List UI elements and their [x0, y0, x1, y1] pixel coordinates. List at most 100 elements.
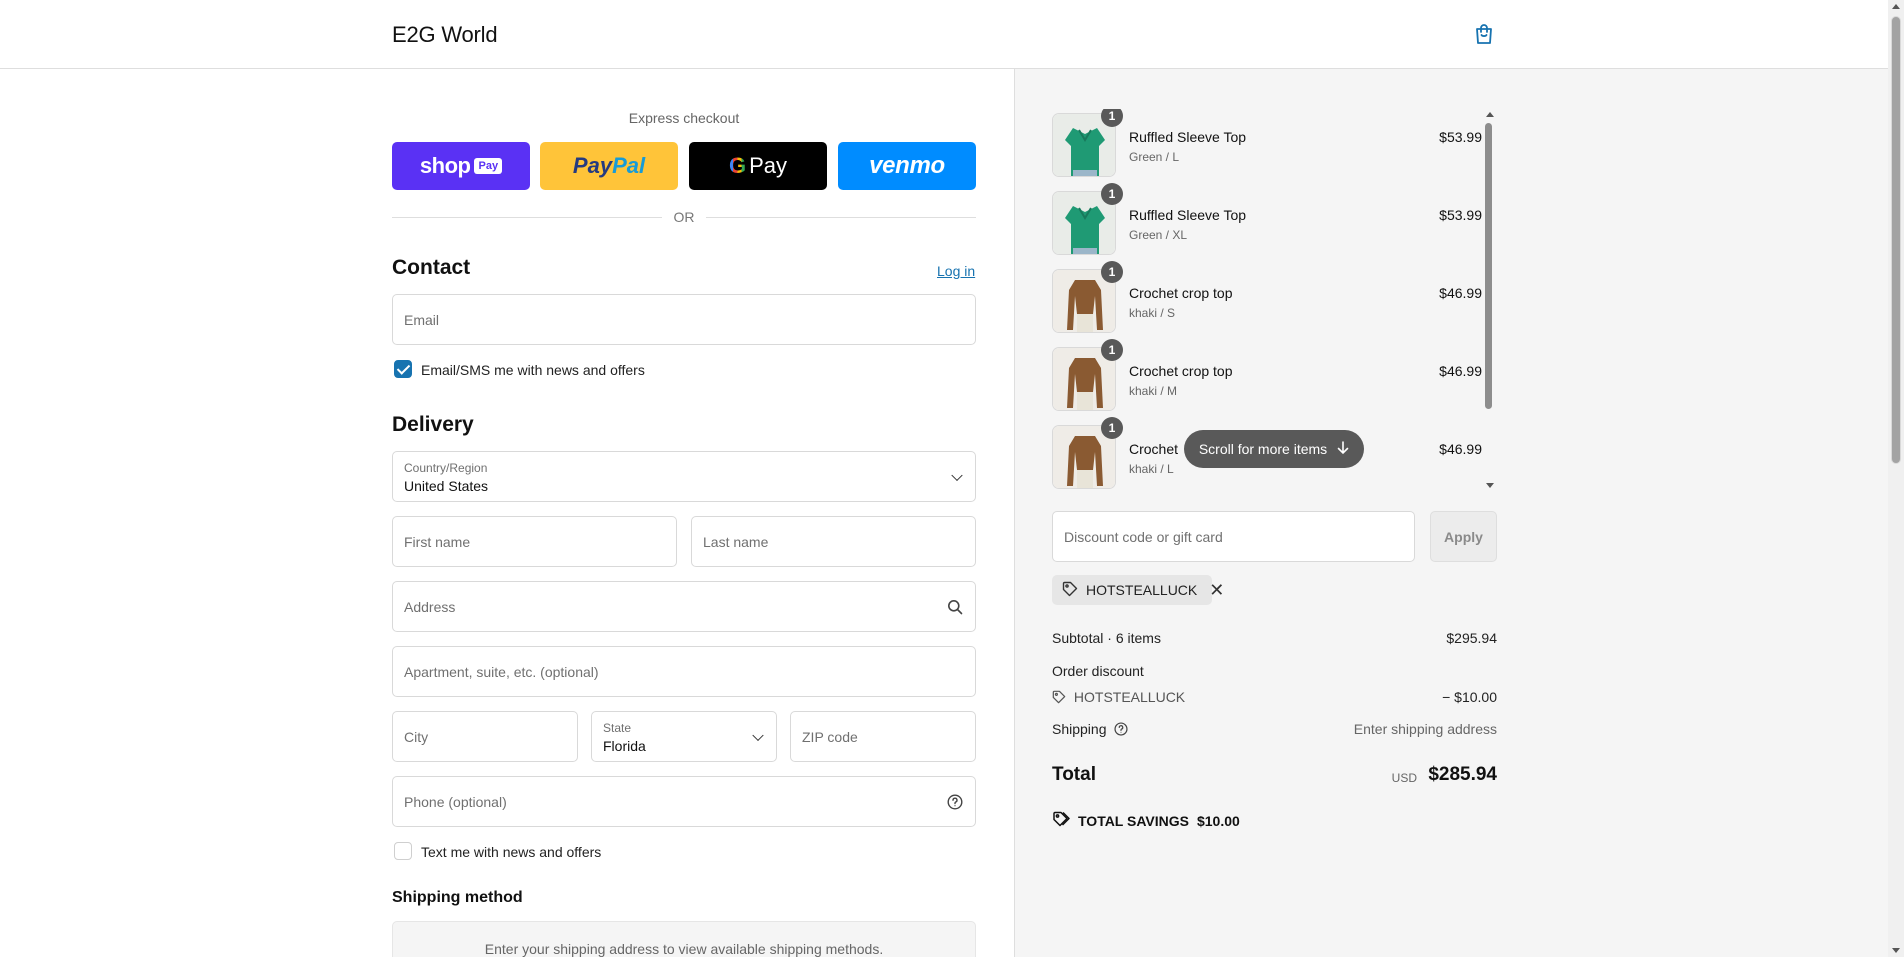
- apartment-placeholder: Apartment, suite, etc. (optional): [404, 663, 599, 680]
- contact-heading: Contact: [392, 256, 471, 279]
- scroll-for-more-button[interactable]: Scroll for more items: [1184, 430, 1364, 468]
- quantity-badge: 1: [1101, 183, 1123, 205]
- text-news-label: Text me with news and offers: [421, 844, 602, 860]
- cart-item: 1 Crochet crop top khaki / S $46.99: [1052, 261, 1482, 333]
- total-savings: TOTAL SAVINGS $10.00: [1052, 811, 1240, 830]
- store-logo[interactable]: E2G World: [392, 22, 498, 48]
- total-savings-amount: $10.00: [1196, 812, 1240, 829]
- scroll-down-arrow-icon[interactable]: [1892, 948, 1900, 953]
- email-news-checkbox[interactable]: [394, 360, 412, 378]
- help-circle-icon[interactable]: [1114, 722, 1128, 739]
- item-variant: khaki / M: [1129, 384, 1178, 398]
- item-price: $46.99: [1439, 285, 1482, 301]
- text-news-checkbox[interactable]: [394, 842, 412, 860]
- item-name: Crochet crop top: [1129, 363, 1233, 379]
- phone-placeholder: Phone (optional): [404, 793, 507, 810]
- shop-pay-button[interactable]: shop Pay: [392, 142, 530, 190]
- subtotal-label: Subtotal · 6 items: [1052, 630, 1161, 646]
- discount-amount: − $10.00: [1442, 689, 1497, 705]
- cart-item: 1 Ruffled Sleeve Top Green / L $53.99: [1052, 109, 1482, 177]
- email-field[interactable]: Email: [392, 294, 976, 345]
- order-discount-row: Order discount: [1052, 663, 1497, 679]
- help-circle-icon[interactable]: [947, 793, 963, 810]
- or-divider: OR: [392, 208, 976, 226]
- order-discount-label: Order discount: [1052, 663, 1144, 679]
- total-value: $285.94: [1428, 764, 1497, 785]
- cart-item: 1 Ruffled Sleeve Top Green / XL $53.99: [1052, 183, 1482, 255]
- delivery-heading: Delivery: [392, 413, 474, 436]
- shop-pay-wordmark: shop: [419, 153, 471, 178]
- page-scroll-thumb[interactable]: [1891, 16, 1901, 464]
- country-select[interactable]: Country/Region United States: [392, 451, 976, 502]
- item-name: Ruffled Sleeve Top: [1129, 207, 1247, 223]
- item-price: $46.99: [1439, 363, 1482, 379]
- google-g-icon: G: [728, 153, 747, 178]
- venmo-button[interactable]: venmo: [838, 142, 976, 190]
- item-name: Crochet crop top: [1129, 285, 1233, 301]
- item-variant: khaki / S: [1129, 306, 1176, 320]
- scroll-thumb[interactable]: [1485, 123, 1492, 409]
- google-pay-label: Pay: [749, 153, 788, 178]
- google-pay-button[interactable]: G Pay: [689, 142, 827, 190]
- shipping-value: Enter shipping address: [1353, 721, 1497, 737]
- applied-discount-chip: HOTSTEALLUCK ✕: [1052, 575, 1224, 605]
- email-news-label: Email/SMS me with news and offers: [421, 362, 645, 378]
- zip-placeholder: ZIP code: [802, 728, 858, 745]
- address-field[interactable]: Address: [392, 581, 976, 632]
- quantity-badge: 1: [1101, 261, 1123, 283]
- or-text: OR: [673, 209, 695, 225]
- city-field[interactable]: City: [392, 711, 578, 762]
- city-placeholder: City: [404, 728, 429, 745]
- item-price: $46.99: [1439, 441, 1482, 457]
- discount-code-input[interactable]: Discount code or gift card: [1052, 511, 1415, 562]
- shipping-row: Shipping Enter shipping address: [1052, 721, 1497, 739]
- shopping-bag-icon[interactable]: [1472, 22, 1496, 46]
- discount-code-row: HOTSTEALLUCK − $10.00: [1052, 689, 1497, 707]
- log-in-link[interactable]: Log in: [937, 263, 975, 279]
- item-variant: khaki / L: [1129, 462, 1174, 476]
- cart-item: 1 Crochet crop top khaki / M $46.99: [1052, 339, 1482, 411]
- subtotal-row: Subtotal · 6 items $295.94: [1052, 630, 1497, 646]
- tag-icon: [1052, 690, 1066, 707]
- cart-items-scrollbar[interactable]: [1483, 109, 1495, 489]
- quantity-badge: 1: [1101, 339, 1123, 361]
- item-price: $53.99: [1439, 129, 1482, 145]
- item-price: $53.99: [1439, 207, 1482, 223]
- page-scrollbar[interactable]: [1888, 0, 1904, 957]
- venmo-wordmark: venmo: [869, 152, 945, 179]
- apartment-field[interactable]: Apartment, suite, etc. (optional): [392, 646, 976, 697]
- zip-field[interactable]: ZIP code: [790, 711, 976, 762]
- express-checkout-title: Express checkout: [628, 110, 740, 126]
- discount-code-summary: HOTSTEALLUCK: [1073, 689, 1186, 705]
- last-name-placeholder: Last name: [703, 533, 769, 550]
- apply-discount-button[interactable]: Apply: [1430, 511, 1497, 562]
- state-select[interactable]: State Florida: [591, 711, 777, 762]
- shipping-method-box: Enter your shipping address to view avai…: [392, 921, 976, 957]
- remove-discount-icon[interactable]: ✕: [1209, 580, 1224, 601]
- item-name: Ruffled Sleeve Top: [1129, 129, 1247, 145]
- item-name: Crochet: [1129, 441, 1179, 457]
- subtotal-value: $295.94: [1446, 630, 1497, 646]
- chevron-down-icon: [951, 469, 963, 481]
- first-name-placeholder: First name: [404, 533, 471, 550]
- header: E2G World: [0, 0, 1888, 69]
- discount-placeholder: Discount code or gift card: [1064, 528, 1223, 545]
- paypal-button[interactable]: Pay Pal: [540, 142, 678, 190]
- last-name-field[interactable]: Last name: [691, 516, 976, 567]
- item-variant: Green / XL: [1129, 228, 1188, 242]
- first-name-field[interactable]: First name: [392, 516, 677, 567]
- scroll-up-arrow-icon[interactable]: [1486, 112, 1494, 117]
- country-label: Country/Region: [404, 461, 488, 475]
- currency-code: USD: [1391, 771, 1417, 785]
- phone-field[interactable]: Phone (optional): [392, 776, 976, 827]
- search-icon: [947, 599, 963, 615]
- email-placeholder: Email: [404, 311, 440, 328]
- address-placeholder: Address: [404, 598, 456, 615]
- scroll-down-arrow-icon[interactable]: [1486, 483, 1494, 488]
- item-variant: Green / L: [1129, 150, 1180, 164]
- arrow-down-icon: [1337, 440, 1349, 458]
- tags-icon: [1052, 811, 1070, 830]
- scroll-up-arrow-icon[interactable]: [1892, 4, 1900, 9]
- quantity-badge: 1: [1101, 417, 1123, 439]
- total-savings-label: TOTAL SAVINGS: [1078, 812, 1189, 829]
